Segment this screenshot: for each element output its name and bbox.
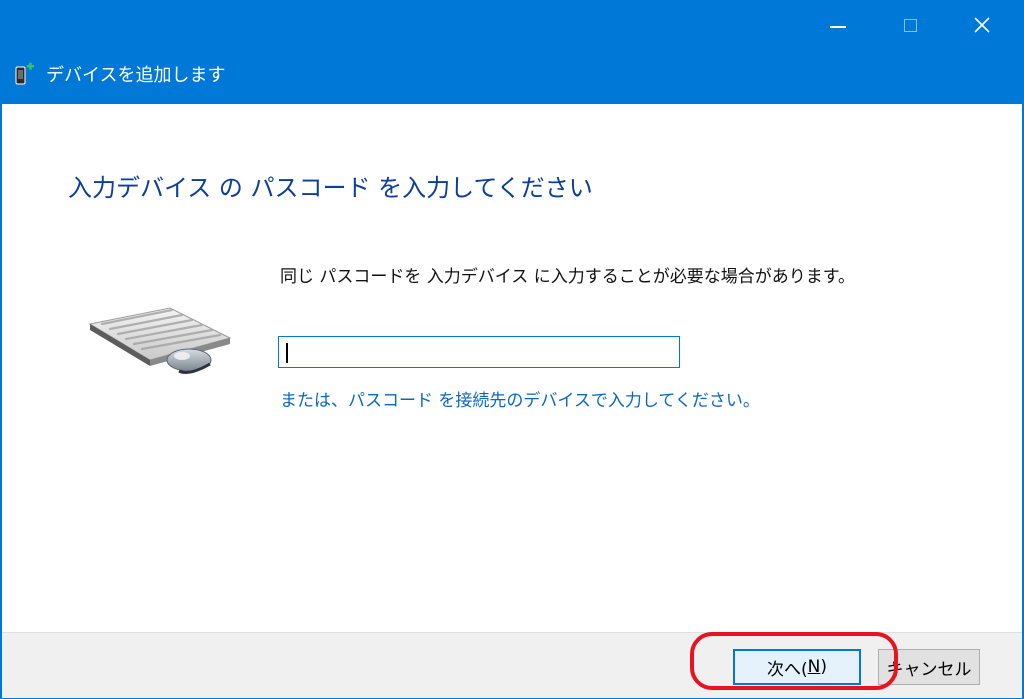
device-add-icon [15, 62, 34, 85]
next-label-prefix: 次へ( [767, 659, 808, 680]
instruction-text: 同じ パスコードを 入力デバイス に入力することが必要な場合があります。 [280, 267, 855, 287]
maximize-button [874, 0, 946, 50]
dialog-footer: 次へ(N) キャンセル [2, 632, 1022, 698]
next-mnemonic: N [807, 657, 821, 677]
enter-on-device-link[interactable]: または、パスコード を接続先のデバイスで入力してください。 [280, 386, 760, 411]
page-heading: 入力デバイス の パスコード を入力してください [68, 174, 593, 202]
close-icon [974, 17, 990, 33]
keyboard-mouse-icon [88, 307, 232, 374]
next-button[interactable]: 次へ(N) [733, 649, 861, 685]
window-title: デバイスを追加します [46, 65, 226, 86]
next-label-suffix: ) [820, 657, 827, 677]
close-button[interactable] [946, 0, 1018, 50]
dialog-header: デバイスを追加します [14, 60, 225, 88]
passcode-input[interactable] [278, 336, 680, 368]
text-caret [286, 343, 288, 363]
minimize-icon [830, 26, 846, 28]
minimize-button[interactable] [802, 0, 874, 50]
add-device-window: デバイスを追加します 入力デバイス の パスコード を入力してください 同じ パ… [0, 0, 1024, 699]
title-bar[interactable]: デバイスを追加します [0, 0, 1024, 104]
cancel-button[interactable]: キャンセル [878, 649, 980, 685]
maximize-icon [903, 18, 917, 32]
